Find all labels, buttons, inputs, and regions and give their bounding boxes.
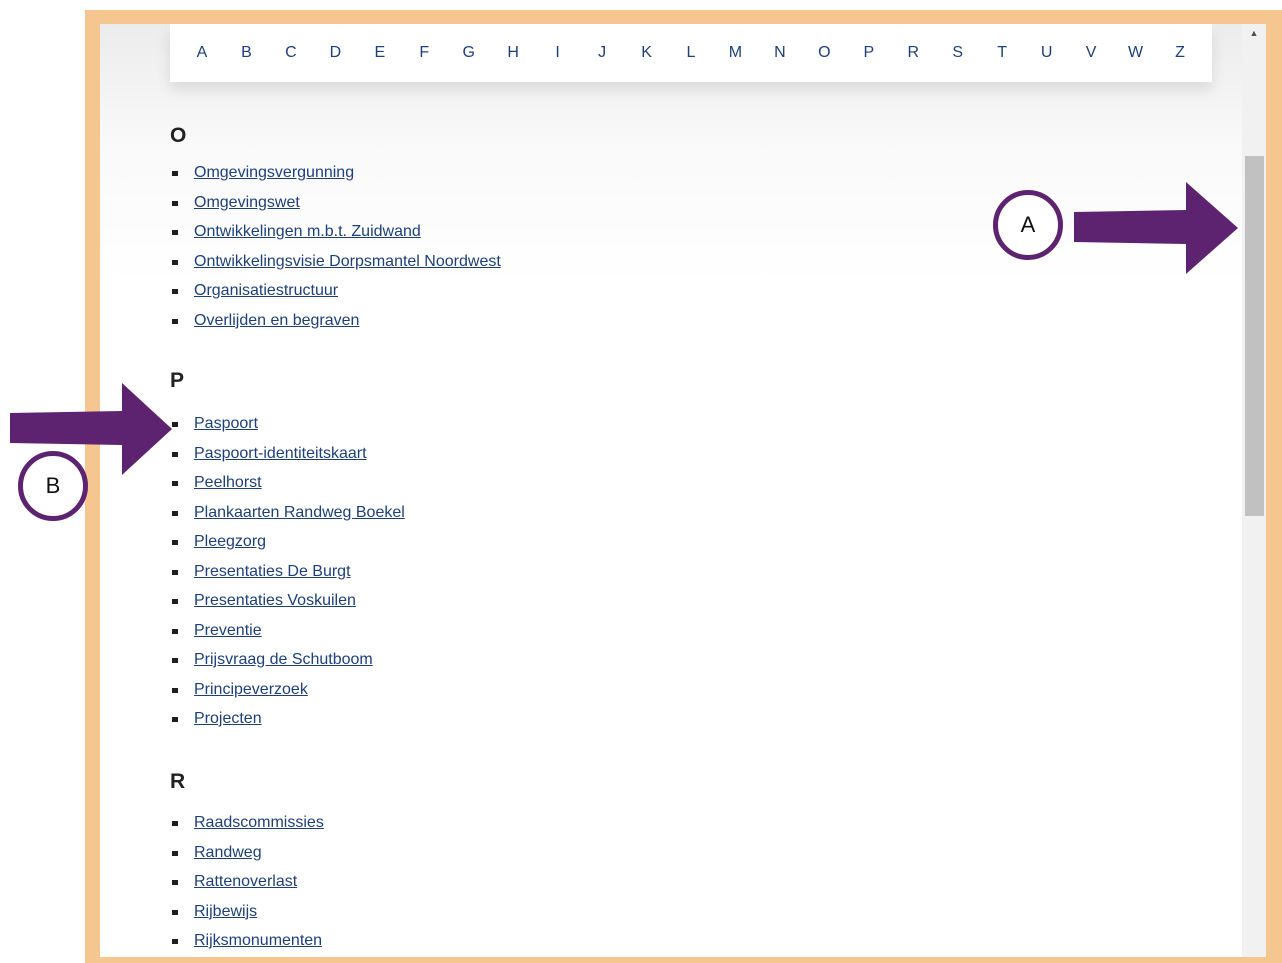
section-o: O Omgevingsvergunning Omgevingswet Ontwikk… [170, 124, 501, 339]
annotation-marker-b-label: B [45, 473, 61, 498]
alphabet-link-o[interactable]: O [816, 44, 832, 62]
section-heading-r: R [170, 770, 186, 793]
list-item: Randweg [170, 842, 324, 872]
list-item: Rijbewijs [170, 901, 324, 931]
topic-link[interactable]: Peelhorst [194, 474, 262, 491]
topic-link[interactable]: Omgevingswet [194, 194, 300, 211]
annotation-arrow-b-icon [10, 383, 172, 475]
list-item: Omgevingswet [170, 192, 501, 222]
topic-link[interactable]: Overlijden en begraven [194, 312, 359, 329]
alphabet-link-i[interactable]: I [550, 44, 566, 62]
topic-link[interactable]: Rijbewijs [194, 903, 257, 920]
alphabet-link-l[interactable]: L [683, 44, 699, 62]
section-heading-o: O [170, 124, 187, 147]
vertical-scrollbar[interactable]: ▲ [1242, 24, 1266, 957]
list-item: Rattenoverlast [170, 871, 324, 901]
alphabet-link-a[interactable]: A [194, 44, 210, 62]
page-viewport: A B C D E F G H I J K L M N O P R S T U V W Z O Omgevingsvergu… [100, 24, 1242, 957]
topic-link[interactable]: Plankaarten Randweg Boekel [194, 504, 405, 521]
alphabet-link-m[interactable]: M [727, 44, 743, 62]
topic-link[interactable]: Presentaties Voskuilen [194, 592, 356, 609]
alphabet-link-v[interactable]: V [1083, 44, 1099, 62]
alphabet-link-k[interactable]: K [639, 44, 655, 62]
annotation-arrow-a-icon [1074, 182, 1238, 274]
topic-link[interactable]: Ontwikkelingsvisie Dorpsmantel Noordwest [194, 253, 501, 270]
scroll-up-arrow-icon[interactable]: ▲ [1242, 24, 1266, 42]
list-item: Presentaties Voskuilen [170, 590, 405, 620]
alphabet-link-f[interactable]: F [416, 44, 432, 62]
alphabet-link-s[interactable]: S [950, 44, 966, 62]
list-item: Principeverzoek [170, 679, 405, 709]
alphabet-link-g[interactable]: G [461, 44, 477, 62]
list-item: Preventie [170, 620, 405, 650]
topic-link[interactable]: Prijsvraag de Schutboom [194, 651, 373, 668]
alphabet-link-t[interactable]: T [994, 44, 1010, 62]
link-list-p: Paspoort Paspoort-identiteitskaart Peelhor… [170, 413, 405, 738]
alphabet-link-z[interactable]: Z [1172, 44, 1188, 62]
list-item: Ontwikkelingsvisie Dorpsmantel Noordwest [170, 251, 501, 281]
alphabet-link-h[interactable]: H [505, 44, 521, 62]
list-item: Prijsvraag de Schutboom [170, 649, 405, 679]
topic-link[interactable]: Organisatiestructuur [194, 282, 338, 299]
link-list-r: Raadscommissies Randweg Rattenoverlast Rijb… [170, 812, 324, 957]
alphabet-link-p[interactable]: P [861, 44, 877, 62]
list-item: Peelhorst [170, 472, 405, 502]
scrollbar-thumb[interactable] [1245, 156, 1264, 516]
topic-link[interactable]: Paspoort-identiteitskaart [194, 445, 367, 462]
alphabet-link-r[interactable]: R [905, 44, 921, 62]
alphabet-link-w[interactable]: W [1128, 44, 1144, 62]
list-item: Paspoort [170, 413, 405, 443]
topic-link[interactable]: Omgevingsvergunning [194, 164, 354, 181]
list-item: Plankaarten Randweg Boekel [170, 502, 405, 532]
alphabet-link-j[interactable]: J [594, 44, 610, 62]
alphabet-nav: ABCDEFGHIJKLMNOPRSTUVWZ [170, 24, 1212, 82]
list-item: Projecten [170, 708, 405, 738]
topic-link[interactable]: Paspoort [194, 415, 258, 432]
topic-link[interactable]: Rattenoverlast [194, 873, 297, 890]
list-item: Raadscommissies [170, 812, 324, 842]
alphabet-link-d[interactable]: D [327, 44, 343, 62]
topic-link[interactable]: Randweg [194, 844, 262, 861]
annotation-marker-b: B [18, 451, 88, 521]
topic-link[interactable]: Preventie [194, 622, 262, 639]
list-item: Paspoort-identiteitskaart [170, 443, 405, 473]
alphabet-link-e[interactable]: E [372, 44, 388, 62]
alphabet-link-u[interactable]: U [1039, 44, 1055, 62]
list-item: Rijksmonumenten [170, 930, 324, 957]
section-p: P Paspoort Paspoort-identiteitskaart Peelh… [170, 369, 405, 738]
alphabet-link-n[interactable]: N [772, 44, 788, 62]
topic-link[interactable]: Presentaties De Burgt [194, 563, 351, 580]
list-item: Overlijden en begraven [170, 310, 501, 340]
section-heading-p: P [170, 369, 185, 392]
annotation-marker-a-label: A [1020, 212, 1036, 237]
alphabet-link-c[interactable]: C [283, 44, 299, 62]
list-item: Organisatiestructuur [170, 280, 501, 310]
link-list-o: Omgevingsvergunning Omgevingswet Ontwikkel… [170, 162, 501, 339]
topic-link[interactable]: Ontwikkelingen m.b.t. Zuidwand [194, 223, 421, 240]
topic-link[interactable]: Raadscommissies [194, 814, 324, 831]
section-r: R Raadscommissies Randweg Rattenoverlast Ri… [170, 770, 324, 957]
topic-link[interactable]: Projecten [194, 710, 262, 727]
alphabet-link-b[interactable]: B [238, 44, 254, 62]
list-item: Presentaties De Burgt [170, 561, 405, 591]
topic-link[interactable]: Pleegzorg [194, 533, 266, 550]
topic-link[interactable]: Rijksmonumenten [194, 932, 322, 949]
list-item: Omgevingsvergunning [170, 162, 501, 192]
topic-link[interactable]: Principeverzoek [194, 681, 308, 698]
annotation-marker-a: A [993, 190, 1063, 260]
list-item: Ontwikkelingen m.b.t. Zuidwand [170, 221, 501, 251]
list-item: Pleegzorg [170, 531, 405, 561]
